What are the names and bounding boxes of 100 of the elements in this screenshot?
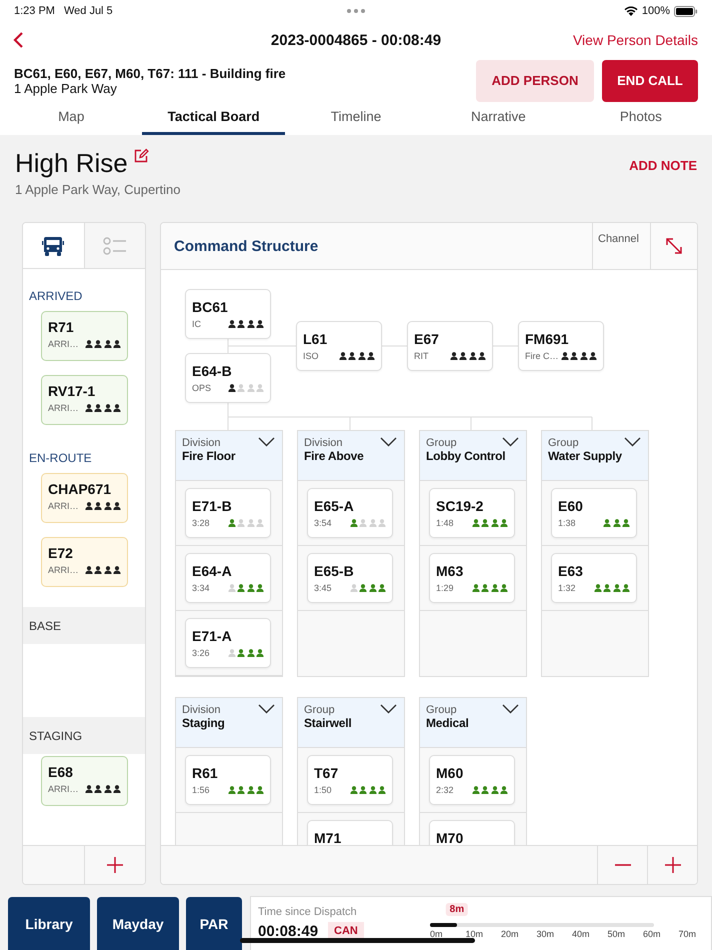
unit-time: 1:32	[558, 583, 576, 593]
tab[interactable]: Narrative	[427, 103, 570, 135]
unit-card[interactable]: M60 2:32	[429, 755, 515, 805]
plus-icon	[664, 857, 680, 873]
battery-icon	[674, 6, 698, 16]
unit-card[interactable]: R71 ARRI…	[41, 311, 128, 361]
end-call-button[interactable]: END CALL	[602, 60, 698, 102]
unit-name: E60	[558, 498, 584, 515]
unit-time: 1:48	[436, 518, 454, 528]
chevron-down-icon[interactable]	[380, 437, 397, 447]
unit-card[interactable]: E68 ARRI…	[41, 756, 128, 806]
chevron-down-icon[interactable]	[624, 437, 641, 447]
unit-role: RIT	[414, 351, 428, 361]
unit-name: BC61	[192, 299, 229, 316]
tick-label: 70m	[678, 929, 698, 939]
chevron-down-icon[interactable]	[258, 704, 275, 714]
unit-card[interactable]: L61 ISO	[296, 321, 382, 371]
tick-label: 10m	[466, 929, 484, 939]
add-person-button[interactable]: ADD PERSON	[476, 60, 594, 102]
unit-name: R71	[48, 319, 75, 336]
unit-card[interactable]: M70	[429, 820, 515, 845]
unit-card[interactable]: E72 ARRI…	[41, 537, 128, 587]
tick-label: 0m	[430, 929, 444, 939]
unit-card[interactable]: RV17-1 ARRI…	[41, 375, 128, 425]
minus-icon	[614, 864, 630, 866]
unit-time: 3:54	[314, 518, 332, 528]
unit-card[interactable]: E63 1:32	[551, 553, 637, 603]
unit-name: E64-A	[192, 563, 233, 580]
group-type: Division	[182, 437, 221, 449]
status-time: 1:23 PM	[14, 5, 55, 17]
unit-card[interactable]: E71-A 3:26	[185, 618, 271, 668]
plus-icon	[106, 857, 123, 873]
unit-card[interactable]: E71-B 3:28	[185, 488, 271, 538]
group-name: Fire Above	[304, 449, 364, 463]
unit-card[interactable]: M71	[307, 820, 393, 845]
unit-card[interactable]: CHAP671 ARRI…	[41, 473, 128, 523]
tab[interactable]: Timeline	[284, 103, 428, 135]
group-type: Group	[426, 437, 457, 449]
unit-name: E64-B	[192, 363, 233, 380]
back-icon[interactable]	[12, 31, 24, 49]
unit-card[interactable]: E67 RIT	[407, 321, 493, 371]
unit-time: 2:32	[436, 785, 454, 795]
unit-name: RV17-1	[48, 383, 96, 400]
more-dots-icon[interactable]	[347, 9, 365, 13]
unit-name: FM691	[525, 331, 570, 348]
unit-status: ARRI…	[48, 339, 79, 349]
edit-icon[interactable]	[134, 148, 149, 163]
board-address: 1 Apple Park Way, Cupertino	[15, 182, 180, 197]
board-title: High Rise	[15, 148, 128, 178]
expand-button[interactable]	[650, 223, 697, 269]
unit-name: E65-B	[314, 563, 355, 580]
unit-card[interactable]: FM691 Fire C…	[518, 321, 604, 371]
unit-card[interactable]: E64-A 3:34	[185, 553, 271, 603]
unit-name: M60	[436, 765, 464, 782]
unit-name: E63	[558, 563, 584, 580]
group-type: Division	[182, 704, 221, 716]
group-type: Division	[304, 437, 343, 449]
group-name: Stairwell	[304, 716, 352, 730]
tick-label: 50m	[608, 929, 626, 939]
tab[interactable]: Map	[0, 103, 142, 135]
tick-label: 40m	[572, 929, 591, 939]
unit-card[interactable]: T67 1:50	[307, 755, 393, 805]
elapsed-time: 00:08:49	[258, 922, 318, 940]
unit-card[interactable]: SC19-2 1:48	[429, 488, 515, 538]
unit-name: M63	[436, 563, 464, 580]
unit-name: L61	[303, 331, 328, 348]
section-label: BASE	[29, 618, 62, 632]
chevron-down-icon[interactable]	[502, 704, 519, 714]
group-name: Fire Floor	[182, 449, 236, 463]
action-button[interactable]: PAR	[186, 897, 242, 950]
tab[interactable]: Photos	[570, 103, 712, 135]
chevron-down-icon[interactable]	[258, 437, 275, 447]
unit-role: IC	[192, 319, 201, 329]
unit-time: 3:26	[192, 648, 210, 658]
unit-card[interactable]: E60 1:38	[551, 488, 637, 538]
unit-status: ARRI…	[48, 565, 79, 575]
action-button[interactable]: Library	[8, 897, 90, 950]
group-name: Lobby Control	[426, 449, 506, 463]
unit-card[interactable]: M63 1:29	[429, 553, 515, 603]
unit-role: OPS	[192, 383, 212, 393]
view-person-details-link[interactable]: View Person Details	[572, 32, 698, 48]
battery-percent: 100%	[642, 5, 670, 17]
timer-label: Time since Dispatch	[258, 906, 358, 918]
unit-name: E68	[48, 764, 74, 781]
chevron-down-icon[interactable]	[502, 437, 519, 447]
unit-card[interactable]: BC61 IC	[185, 289, 271, 339]
unit-name: E65-A	[314, 498, 355, 515]
action-button[interactable]: Mayday	[97, 897, 179, 950]
unit-card[interactable]: R61 1:56	[185, 755, 271, 805]
unit-card[interactable]: E65-A 3:54	[307, 488, 393, 538]
bus-icon	[42, 234, 64, 256]
tick-label: 30m	[536, 929, 556, 939]
unit-card[interactable]: E64-B OPS	[185, 353, 271, 403]
unit-card[interactable]: E65-B 3:45	[307, 553, 393, 603]
section-label: ARRIVED	[29, 289, 82, 303]
unit-name: E71-A	[192, 628, 233, 645]
chevron-down-icon[interactable]	[380, 704, 397, 714]
unit-name: E71-B	[192, 498, 233, 515]
unit-status: ARRI…	[48, 501, 79, 511]
add-note-button[interactable]: ADD NOTE	[629, 152, 697, 178]
